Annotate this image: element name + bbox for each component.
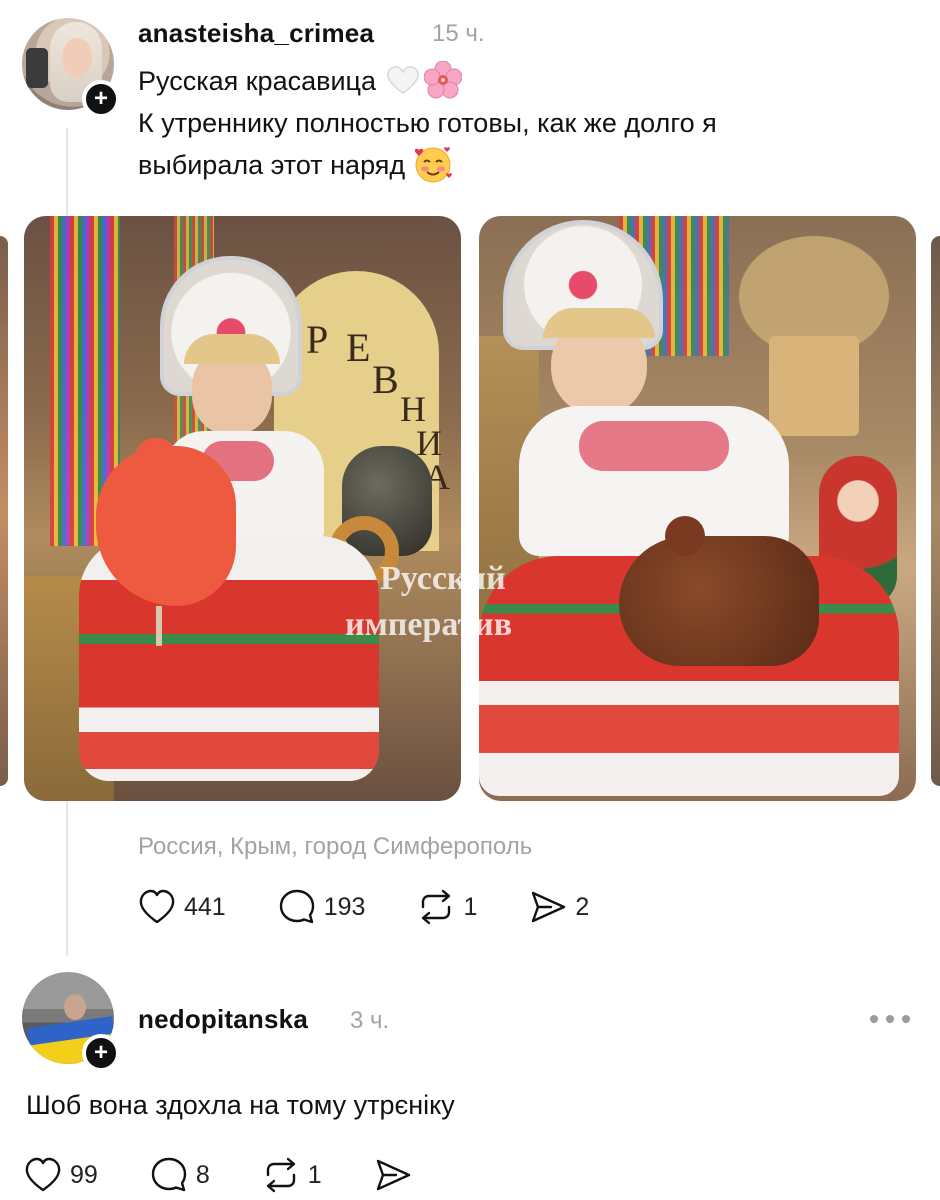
carousel-prev-photo-edge[interactable] — [0, 236, 8, 786]
heart-icon — [139, 889, 175, 924]
arch-letter: Е — [346, 325, 371, 370]
white-heart-icon — [387, 66, 419, 94]
repost-button[interactable]: 1 — [262, 1157, 322, 1193]
like-count: 99 — [70, 1160, 98, 1189]
share-count: 2 — [575, 892, 590, 921]
more-options-icon[interactable] — [870, 1012, 910, 1026]
send-icon — [376, 1159, 410, 1191]
post-body: Русская красавица К утреннику полностью … — [138, 60, 717, 186]
repost-count: 1 — [307, 1160, 322, 1189]
reply-timestamp: 3 ч. — [350, 1007, 390, 1034]
send-icon — [532, 891, 566, 923]
photo-watermark: Русский — [380, 560, 506, 597]
comment-icon — [151, 1157, 187, 1192]
post-photo-1[interactable]: Р Е В Н И А — [24, 216, 461, 801]
arch-letter: В — [372, 357, 399, 402]
reply-actions: 99 8 1 — [24, 1156, 464, 1194]
comment-count: 8 — [195, 1160, 210, 1189]
comment-count: 193 — [323, 892, 366, 921]
photo-watermark: императив — [345, 606, 513, 643]
post-author-username[interactable]: anasteisha_crimea — [138, 18, 374, 49]
post-timestamp: 15 ч. — [432, 20, 485, 47]
share-button[interactable] — [374, 1157, 412, 1193]
share-button[interactable]: 2 — [529, 889, 589, 925]
arch-letter: Р — [306, 317, 329, 362]
post-line-2: К утреннику полностью готовы, как же дол… — [138, 108, 717, 138]
carousel-next-photo-edge[interactable] — [931, 236, 940, 786]
like-button[interactable]: 99 — [24, 1157, 98, 1193]
follow-plus-icon[interactable]: + — [82, 80, 120, 118]
comment-icon — [279, 889, 314, 924]
repost-icon — [422, 889, 451, 925]
post-photo-2[interactable] — [479, 216, 916, 801]
reply-body: Шоб вона здохла на тому утрєніку — [26, 1090, 455, 1120]
hen — [619, 536, 819, 666]
follow-plus-icon[interactable]: + — [82, 1034, 120, 1072]
repost-count: 1 — [463, 892, 478, 921]
post-line-3: выбирала этот наряд — [138, 150, 406, 180]
post-line-1: Русская красавица — [138, 66, 377, 96]
repost-button[interactable]: 1 — [417, 889, 477, 925]
like-button[interactable]: 441 — [138, 889, 226, 925]
reply-author-username[interactable]: nedopitanska — [138, 1004, 308, 1035]
comment-button[interactable]: 193 — [278, 888, 366, 926]
heart-icon — [25, 1157, 61, 1192]
post-actions: 441 193 1 2 — [138, 888, 641, 926]
comment-button[interactable]: 8 — [150, 1156, 210, 1194]
post-location[interactable]: Россия, Крым, город Симферополь — [138, 833, 532, 861]
like-count: 441 — [184, 892, 226, 921]
smiling-face-with-hearts-icon — [414, 147, 452, 183]
repost-icon — [266, 1157, 295, 1193]
cherry-blossom-icon — [424, 61, 463, 99]
